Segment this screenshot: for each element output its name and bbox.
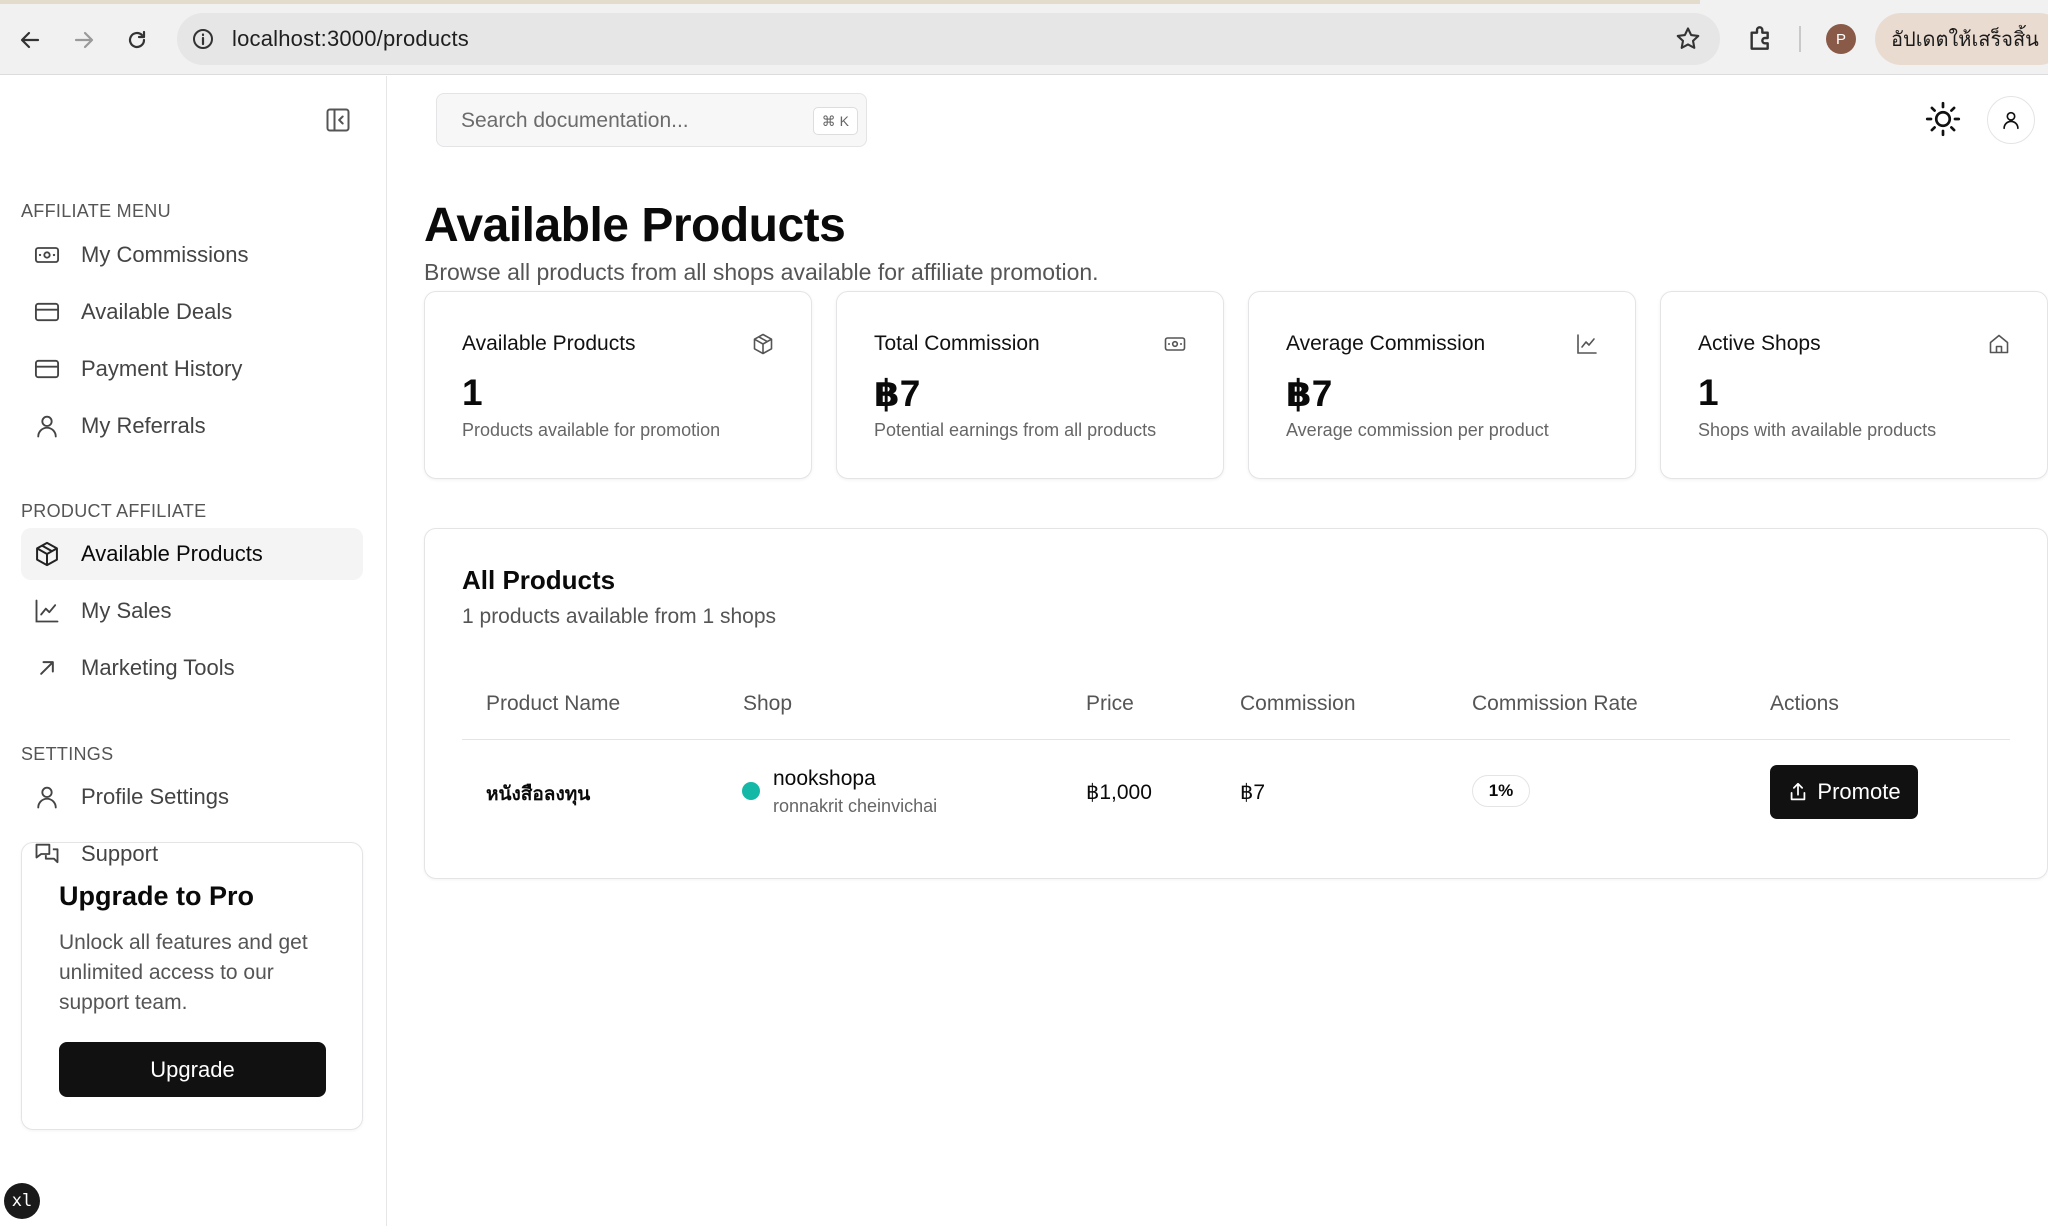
sidebar-item-label: My Referrals: [81, 413, 206, 438]
dev-indicator-badge[interactable]: xl: [4, 1183, 40, 1219]
upgrade-title: Upgrade to Pro: [59, 881, 255, 911]
reload-button[interactable]: [119, 22, 155, 58]
promote-label: Promote: [1817, 779, 1901, 804]
card-icon: [33, 298, 61, 326]
site-info-icon[interactable]: [191, 27, 215, 51]
stat-card-available-products: Available Products 1 Products available …: [424, 291, 812, 479]
shop-name: nookshopa: [773, 767, 876, 790]
stat-note: Shops with available products: [1698, 420, 1937, 440]
upgrade-description: Unlock all features and get unlimited ac…: [59, 931, 308, 1014]
sidebar-item-label: Marketing Tools: [81, 655, 235, 680]
stat-title: Active Shops: [1698, 332, 1821, 355]
product-commission: ฿7: [1240, 781, 1266, 804]
chart-line-icon: [1577, 334, 1597, 354]
forward-button[interactable]: [66, 22, 102, 58]
address-bar[interactable]: localhost:3000/products: [177, 13, 1720, 65]
sidebar-item-available-products[interactable]: Available Products: [21, 528, 363, 580]
box-icon: [33, 540, 61, 568]
box-icon: [753, 333, 773, 355]
sidebar-collapse-icon[interactable]: [324, 106, 352, 134]
sidebar-item-my-sales[interactable]: My Sales: [21, 585, 363, 637]
sidebar-item-payment-history[interactable]: Payment History: [21, 343, 363, 395]
column-header-price[interactable]: Price: [1086, 692, 1134, 716]
column-header-shop[interactable]: Shop: [743, 692, 792, 716]
upgrade-button[interactable]: Upgrade: [59, 1042, 326, 1097]
sidebar-item-available-deals[interactable]: Available Deals: [21, 286, 363, 338]
search-shortcut-hint: ⌘ K: [812, 107, 858, 135]
shop-owner: ronnakrit cheinvichai: [773, 796, 938, 816]
stat-card-active-shops: Active Shops 1 Shops with available prod…: [1660, 291, 2048, 479]
user-icon: [33, 783, 61, 811]
browser-update-button[interactable]: อัปเดตให้เสร็จสิ้น: [1875, 13, 2048, 65]
column-header-commission[interactable]: Commission: [1240, 692, 1356, 716]
table-header-divider: [462, 739, 2010, 740]
stat-value: ฿7: [874, 373, 921, 414]
reload-icon: [128, 30, 146, 49]
all-products-subtitle: 1 products available from 1 shops: [462, 605, 777, 628]
product-affiliate-heading: PRODUCT AFFILIATE: [21, 501, 207, 521]
sidebar-item-marketing-tools[interactable]: Marketing Tools: [21, 642, 363, 694]
stat-title: Total Commission: [874, 332, 1040, 355]
product-name: หนังสือลงทุน: [486, 783, 591, 805]
stat-title: Available Products: [462, 332, 636, 355]
commission-rate-badge: 1%: [1472, 775, 1530, 807]
arrow-right-icon: [74, 31, 94, 49]
arrow-left-icon: [20, 31, 40, 49]
column-header-actions: Actions: [1770, 692, 1839, 715]
sidebar: AFFILIATE MENU My Commissions Available …: [0, 76, 387, 1226]
stat-value: 1: [462, 372, 483, 413]
stat-value: ฿7: [1286, 373, 1333, 414]
column-header-product-name[interactable]: Product Name: [486, 692, 620, 716]
sidebar-item-profile-settings[interactable]: Profile Settings: [21, 771, 363, 823]
page-title: Available Products: [424, 199, 846, 252]
sidebar-item-label: Available Products: [81, 541, 263, 566]
sidebar-item-label: My Sales: [81, 598, 172, 623]
browser-toolbar: localhost:3000/products P อัปเดตให้เสร็จ…: [0, 0, 2048, 75]
user-menu-button[interactable]: [1987, 96, 2035, 144]
shop-status-dot: [742, 782, 760, 800]
upgrade-card: Upgrade to Pro Unlock all features and g…: [21, 842, 363, 1130]
stat-card-average-commission: Average Commission ฿7 Average commission…: [1248, 291, 1636, 479]
stat-note: Products available for promotion: [462, 420, 721, 440]
user-icon: [2003, 111, 2019, 130]
product-price: ฿1,000: [1086, 781, 1152, 804]
tab-strip-edge: [0, 0, 1700, 4]
promote-button[interactable]: Promote: [1770, 765, 1918, 819]
chart-line-icon: [33, 597, 61, 625]
stat-card-total-commission: Total Commission ฿7 Potential earnings f…: [836, 291, 1224, 479]
sun-icon[interactable]: [1925, 101, 1961, 137]
browser-profile-avatar[interactable]: P: [1826, 24, 1856, 54]
stat-value: 1: [1698, 372, 1719, 413]
search-placeholder: Search documentation...: [461, 109, 689, 132]
sidebar-item-label: Profile Settings: [81, 784, 229, 809]
money-icon: [33, 241, 61, 269]
stat-title: Average Commission: [1286, 332, 1486, 355]
page-subtitle: Browse all products from all shops avail…: [424, 259, 1099, 285]
card-icon: [33, 355, 61, 383]
share-icon: [1791, 782, 1806, 801]
sidebar-item-my-referrals[interactable]: My Referrals: [21, 400, 363, 452]
extensions-icon[interactable]: [1745, 22, 1777, 54]
settings-heading: SETTINGS: [21, 744, 114, 764]
sidebar-item-my-commissions[interactable]: My Commissions: [21, 229, 363, 281]
money-icon: [1164, 337, 1186, 351]
sidebar-item-label: Available Deals: [81, 299, 233, 324]
arrow-up-right-icon: [33, 654, 61, 682]
all-products-card: All Products 1 products available from 1…: [424, 528, 2048, 879]
url-text[interactable]: localhost:3000/products: [232, 26, 469, 52]
affiliate-menu-heading: AFFILIATE MENU: [21, 201, 171, 221]
back-button[interactable]: [12, 22, 48, 58]
stat-note: Potential earnings from all products: [874, 420, 1157, 440]
user-icon: [33, 412, 61, 440]
search-input[interactable]: Search documentation... ⌘ K: [436, 93, 867, 147]
toolbar-divider: [1799, 26, 1801, 52]
all-products-title: All Products: [462, 565, 616, 595]
sidebar-item-label: Payment History: [81, 356, 243, 381]
column-header-commission-rate[interactable]: Commission Rate: [1472, 692, 1638, 716]
bookmark-star-icon[interactable]: [1674, 25, 1702, 53]
sidebar-item-label: My Commissions: [81, 242, 249, 267]
stat-note: Average commission per product: [1286, 420, 1549, 440]
store-icon: [1989, 334, 2009, 354]
